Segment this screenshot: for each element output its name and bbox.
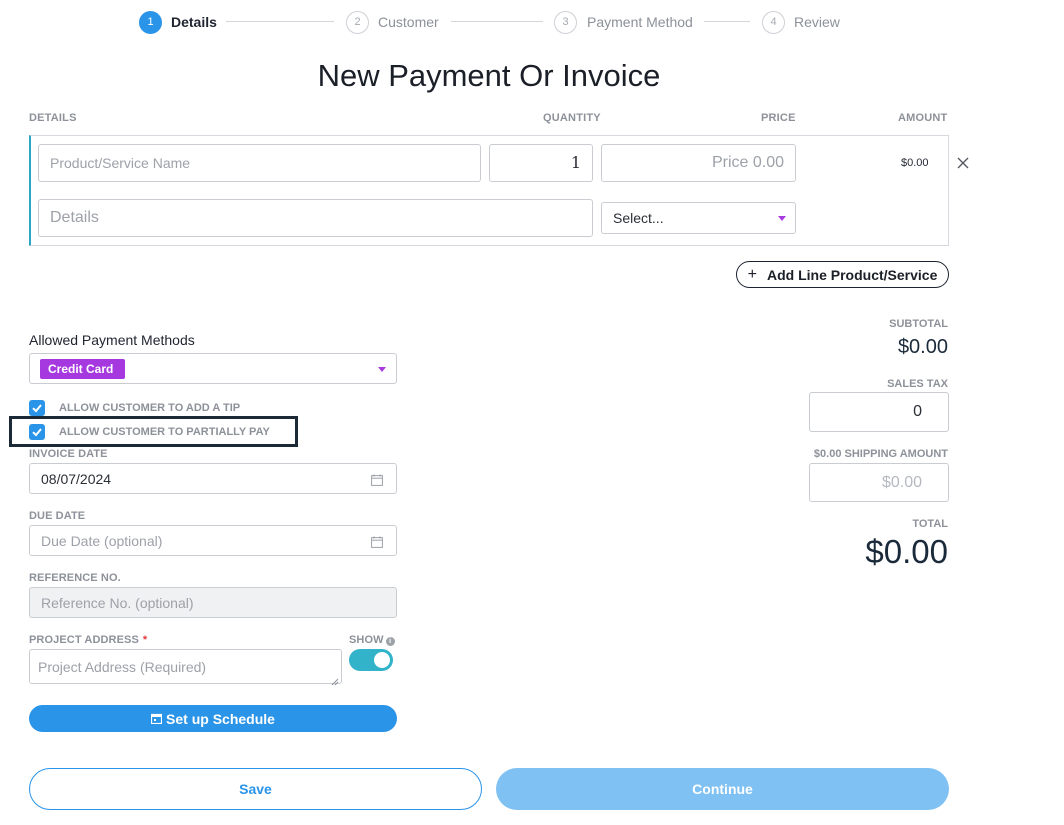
project-address-label-text: PROJECT ADDRESS [29,634,139,646]
setup-schedule-button[interactable]: Set up Schedule [29,705,397,732]
check-icon [32,428,42,437]
project-address-label: PROJECT ADDRESS * [29,634,147,647]
step-3-number[interactable]: 3 [554,11,577,34]
price-column-header: PRICE [761,112,796,124]
subtotal-value: $0.00 [897,336,948,358]
chevron-down-icon [378,367,386,372]
setup-schedule-label: Set up Schedule [166,710,275,727]
step-connector [226,21,334,22]
toggle-knob [374,652,390,668]
show-toggle[interactable] [349,649,393,671]
calendar-icon [151,713,163,724]
shipping-label: $0.00 SHIPPING AMOUNT [813,448,948,460]
payment-method-tag[interactable]: Credit Card [40,359,126,379]
details-column-header: DETAILS [29,112,77,124]
add-line-label: Add Line Product/Service [766,266,938,283]
allow-tip-checkbox[interactable] [29,400,45,416]
sales-tax-label: SALES TAX [887,378,948,390]
step-connector [704,21,750,22]
step-3-label[interactable]: Payment Method [587,14,693,30]
step-4-label[interactable]: Review [794,14,840,30]
due-date-label: DUE DATE [29,510,86,522]
continue-button[interactable]: Continue [496,768,949,810]
due-date-input[interactable]: Due Date (optional) [29,525,397,556]
remove-line-icon[interactable] [957,156,969,169]
project-address-input[interactable]: Project Address (Required) [29,649,342,684]
step-2-label[interactable]: Customer [378,14,439,30]
sales-tax-input[interactable]: 0 [809,392,949,432]
step-4-number[interactable]: 4 [762,11,785,34]
show-toggle-label-text: SHOW [349,634,384,646]
reference-input: Reference No. (optional) [29,587,397,618]
details-input[interactable]: Details [38,199,593,237]
quantity-input[interactable]: 1 [489,144,593,182]
add-line-button[interactable]: + Add Line Product/Service [736,261,949,288]
price-input[interactable]: Price 0.00 [601,144,796,182]
calendar-icon[interactable] [371,535,383,548]
calendar-icon[interactable] [371,473,383,486]
check-icon [32,404,42,413]
step-1-number[interactable]: 1 [139,11,162,34]
step-1-label[interactable]: Details [171,14,217,30]
total-label: TOTAL [912,518,948,530]
shipping-input[interactable]: $0.00 [809,463,949,502]
reference-label: REFERENCE NO. [29,572,121,584]
amount-column-header: AMOUNT [898,112,948,124]
payment-methods-label: Allowed Payment Methods [29,332,195,348]
show-toggle-label: SHOW i [349,634,395,647]
subtotal-label: SUBTOTAL [889,318,948,330]
line-type-select[interactable]: Select... [601,202,796,234]
step-connector [451,21,543,22]
quantity-column-header: QUANTITY [543,112,601,124]
plus-icon: + [747,265,757,283]
save-button[interactable]: Save [29,768,482,810]
product-name-input[interactable]: Product/Service Name [38,144,481,182]
chevron-down-icon [778,216,786,221]
info-icon[interactable]: i [385,637,395,646]
step-2-number[interactable]: 2 [346,11,369,34]
allow-partial-checkbox[interactable] [29,424,45,440]
required-mark: * [142,634,148,646]
line-type-select-value: Select... [613,210,664,226]
page-title: New Payment Or Invoice [317,58,661,93]
invoice-date-label: INVOICE DATE [29,448,108,460]
resize-handle-icon[interactable] [331,673,339,686]
allow-tip-label: ALLOW CUSTOMER TO ADD A TIP [59,402,241,414]
total-value: $0.00 [865,533,948,570]
allow-partial-label: ALLOW CUSTOMER TO PARTIALLY PAY [59,426,270,438]
line-amount: $0.00 [901,157,929,169]
invoice-date-input[interactable]: 08/07/2024 [29,463,397,494]
